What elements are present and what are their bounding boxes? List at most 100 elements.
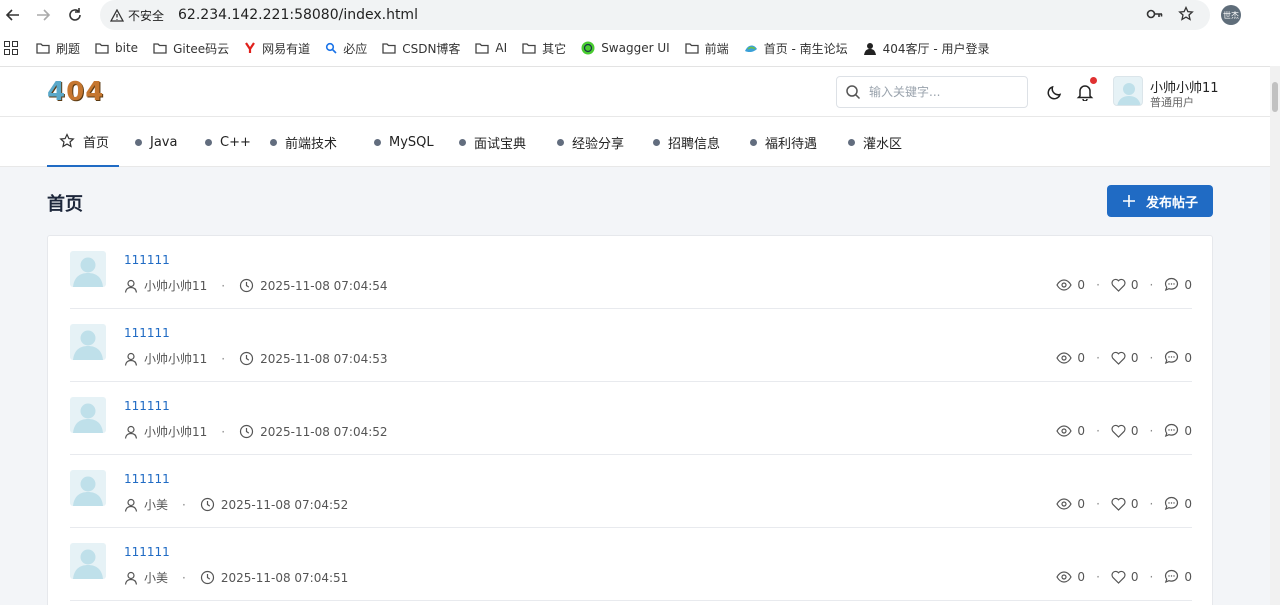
post-stats: 0 · 0 · 0 xyxy=(1056,423,1192,438)
bookmark-label: 刷题 xyxy=(56,41,81,56)
author-avatar[interactable] xyxy=(70,251,106,287)
nav-tab-9[interactable]: 灌水区 xyxy=(848,117,902,167)
like-count: 0 xyxy=(1130,277,1139,292)
profile-avatar[interactable]: 世杰 xyxy=(1221,5,1241,25)
post-author[interactable]: 小帅小帅11 xyxy=(144,423,207,440)
security-indicator[interactable]: 不安全 xyxy=(110,7,164,24)
new-post-label: 发布帖子 xyxy=(1145,195,1198,211)
reload-icon[interactable] xyxy=(64,4,86,26)
bookmark-label: AI xyxy=(495,41,508,55)
bookmarks-bar: 刷题 bite Gitee码云 网易有道 必应 CSDN博客 AI 其它 Swagger UI 前… xyxy=(0,36,1280,60)
post-title[interactable]: 111111 xyxy=(124,545,170,559)
nav-tab-3[interactable]: 前端技术 xyxy=(270,117,337,167)
dark-mode-moon-icon[interactable] xyxy=(1046,83,1064,101)
post-list: 111111 小帅小帅11 · 2025-11-08 07:04:54 0 · 0 · 0 111… xyxy=(47,235,1213,605)
bookmark-label: 404客厅 - 用户登录 xyxy=(882,41,990,56)
star-icon[interactable] xyxy=(1178,6,1194,22)
search-input[interactable] xyxy=(869,85,1009,99)
youdao-icon xyxy=(244,42,256,54)
nav-tab-6[interactable]: 经验分享 xyxy=(557,117,624,167)
post-author[interactable]: 小帅小帅11 xyxy=(144,277,207,294)
notification-dot xyxy=(1090,77,1097,84)
post-title[interactable]: 111111 xyxy=(124,326,170,340)
bookmark-8[interactable]: Swagger UI xyxy=(581,41,670,55)
bookmark-0[interactable]: 刷题 xyxy=(36,40,80,57)
post-row[interactable]: 111111 小帅小帅11 · 2025-11-08 07:04:52 0 · 0 · 0 xyxy=(70,382,1192,455)
new-post-button[interactable]: 发布帖子 xyxy=(1107,185,1213,217)
heart-icon[interactable] xyxy=(1111,351,1126,365)
post-title[interactable]: 111111 xyxy=(124,472,170,486)
plus-icon xyxy=(1122,195,1135,207)
nav-tab-0[interactable]: 首页 xyxy=(47,117,119,167)
key-icon[interactable] xyxy=(1146,6,1164,22)
author-avatar[interactable] xyxy=(70,324,106,360)
bookmark-9[interactable]: 前端 xyxy=(685,40,729,57)
comment-icon[interactable] xyxy=(1164,569,1179,584)
post-row[interactable]: 111111 小帅小帅11 · 2025-11-08 07:04:53 0 · 0 · 0 xyxy=(70,309,1192,382)
comment-count: 0 xyxy=(1184,569,1192,584)
notification-bell-icon[interactable] xyxy=(1076,83,1094,101)
bookmark-1[interactable]: bite xyxy=(95,41,138,55)
heart-icon[interactable] xyxy=(1111,278,1126,292)
bullet-dot-icon xyxy=(653,138,660,146)
post-row[interactable]: 111111 小帅小帅11 · 2025-11-08 07:04:54 0 · 0 · 0 xyxy=(70,236,1192,309)
post-time: 2025-11-08 07:04:52 xyxy=(220,497,349,512)
warning-icon xyxy=(110,8,124,22)
bookmark-6[interactable]: AI xyxy=(475,41,507,55)
post-title[interactable]: 111111 xyxy=(124,253,170,267)
bullet-dot-icon xyxy=(750,138,757,146)
logo-char: 4 xyxy=(85,77,104,107)
heart-icon[interactable] xyxy=(1111,424,1126,438)
site-logo[interactable]: 404 xyxy=(47,77,103,107)
swagger-icon xyxy=(581,41,595,55)
eye-icon xyxy=(1056,278,1073,291)
post-row[interactable]: 111111 小美 · 2025-11-08 07:04:51 0 · 0 · 0 xyxy=(70,528,1192,601)
post-time: 2025-11-08 07:04:51 xyxy=(220,570,349,585)
post-meta: 小帅小帅11 · 2025-11-08 07:04:54 xyxy=(124,277,388,294)
nav-tab-8[interactable]: 福利待遇 xyxy=(750,117,817,167)
post-author[interactable]: 小帅小帅11 xyxy=(144,350,207,367)
clock-icon xyxy=(200,570,214,585)
address-bar[interactable]: 不安全 62.234.142.221:58080/index.html xyxy=(100,0,1210,30)
heart-icon[interactable] xyxy=(1111,497,1126,511)
nav-tab-1[interactable]: Java xyxy=(135,117,177,167)
post-author[interactable]: 小美 xyxy=(144,496,168,513)
url-text[interactable]: 62.234.142.221:58080/index.html xyxy=(178,7,418,23)
bookmark-4[interactable]: 必应 xyxy=(325,40,367,57)
nav-tab-4[interactable]: MySQL xyxy=(374,117,434,167)
post-row[interactable]: 111111 小美 · 2025-11-08 07:04:52 0 · 0 · 0 xyxy=(70,455,1192,528)
post-stats: 0 · 0 · 0 xyxy=(1056,569,1192,584)
author-avatar[interactable] xyxy=(70,470,106,506)
post-author[interactable]: 小美 xyxy=(144,569,168,586)
back-icon[interactable] xyxy=(2,4,24,26)
post-meta: 小美 · 2025-11-08 07:04:52 xyxy=(124,496,348,513)
nav-tab-label: 面试宝典 xyxy=(474,136,527,152)
heart-icon[interactable] xyxy=(1111,570,1126,584)
nav-tab-5[interactable]: 面试宝典 xyxy=(459,117,526,167)
comment-icon[interactable] xyxy=(1164,350,1179,365)
comment-icon[interactable] xyxy=(1164,423,1179,438)
bookmark-5[interactable]: CSDN博客 xyxy=(382,40,460,57)
search-box[interactable] xyxy=(836,76,1028,108)
comment-icon[interactable] xyxy=(1164,496,1179,511)
post-time: 2025-11-08 07:04:52 xyxy=(260,424,388,439)
page-scrollbar[interactable] xyxy=(1270,66,1280,605)
bookmark-10[interactable]: 首页 - 南生论坛 xyxy=(744,40,848,57)
bookmark-2[interactable]: Gitee码云 xyxy=(153,40,229,57)
comment-count: 0 xyxy=(1184,277,1192,292)
post-title[interactable]: 111111 xyxy=(124,399,170,413)
author-avatar[interactable] xyxy=(70,543,106,579)
forward-icon[interactable] xyxy=(32,4,54,26)
bookmark-7[interactable]: 其它 xyxy=(522,40,566,57)
author-avatar[interactable] xyxy=(70,397,106,433)
comment-icon[interactable] xyxy=(1164,277,1179,292)
nav-tab-7[interactable]: 招聘信息 xyxy=(653,117,720,167)
like-count: 0 xyxy=(1130,350,1139,365)
apps-grid-icon[interactable] xyxy=(4,41,18,55)
user-avatar[interactable] xyxy=(1113,76,1143,106)
folder-icon xyxy=(95,42,109,54)
bookmark-3[interactable]: 网易有道 xyxy=(244,40,310,57)
bookmark-11[interactable]: 404客厅 - 用户登录 xyxy=(863,40,990,57)
bullet-dot-icon xyxy=(374,138,381,146)
nav-tab-2[interactable]: C++ xyxy=(205,117,251,167)
